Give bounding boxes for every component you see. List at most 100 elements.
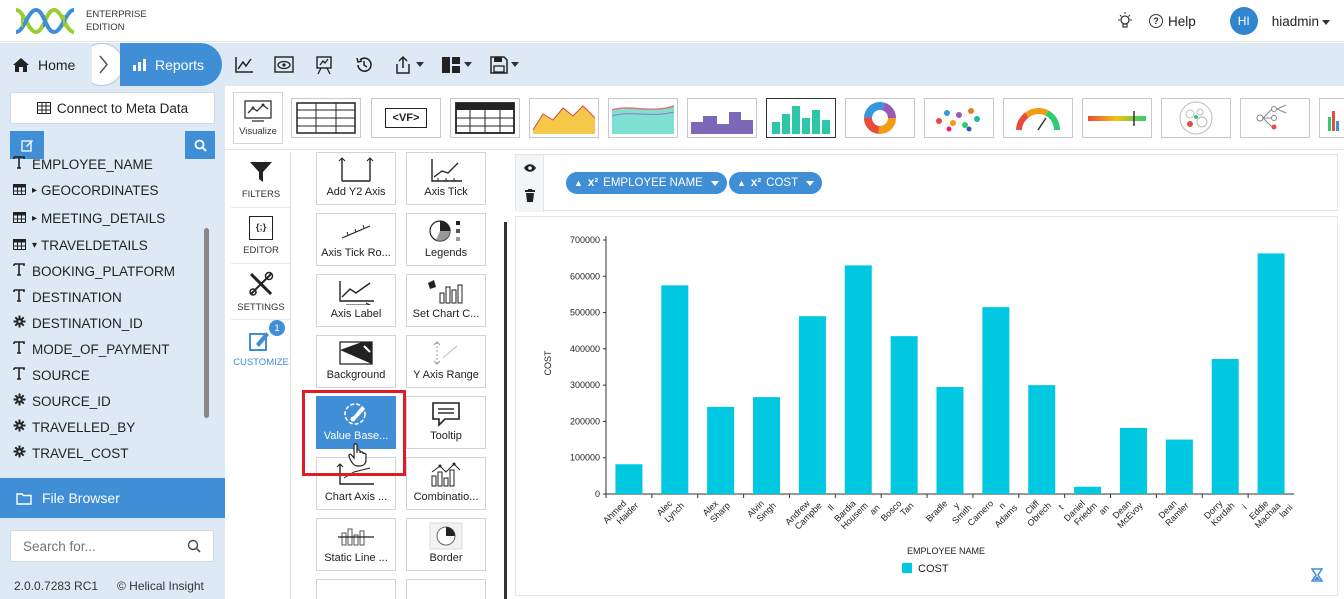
customize-tile-label: Set Chart C... [412, 308, 480, 320]
visibility-eye-icon[interactable] [523, 163, 537, 173]
field-search-button[interactable] [185, 131, 215, 159]
field-item[interactable]: ▸ MEETING_DETAILS [10, 206, 165, 230]
lightbulb-icon[interactable] [1115, 11, 1135, 31]
edit-button[interactable] [10, 131, 44, 159]
field-item[interactable]: SOURCE_ID [10, 389, 111, 413]
table-icon [36, 102, 51, 114]
field-item[interactable]: ▾ TRAVELDETAILS [10, 233, 148, 257]
help-label: Help [1167, 13, 1196, 29]
bar[interactable] [1074, 486, 1102, 494]
viz-area-teal[interactable] [608, 98, 678, 138]
customize-tab[interactable]: 1 CUSTOMIZE [231, 320, 291, 376]
bar[interactable] [1119, 427, 1147, 494]
history-icon[interactable] [352, 53, 376, 77]
customize-tile[interactable]: Add Y2 Axis [316, 152, 396, 205]
bar[interactable] [844, 265, 872, 494]
visualize-button[interactable]: Visualize [233, 92, 283, 144]
help-link[interactable]: ? Help [1148, 13, 1196, 29]
viz-area-yellow[interactable] [529, 98, 599, 138]
panel-divider[interactable] [504, 222, 507, 599]
field-item[interactable]: TRAVELLED_BY [10, 415, 135, 439]
customize-tile[interactable]: Axis Tick Ro... [316, 213, 396, 266]
bar[interactable] [982, 307, 1010, 494]
user-menu[interactable]: hiadmin [1272, 14, 1330, 29]
file-search-input[interactable] [11, 531, 171, 561]
customize-tile[interactable]: Set Chart C... [406, 274, 486, 327]
viz-vf[interactable]: <VF> [371, 98, 441, 138]
customize-tile[interactable]: Tooltip [406, 396, 486, 449]
customize-tile[interactable]: Axis Label [316, 274, 396, 327]
export-share-icon[interactable] [392, 53, 424, 77]
customize-tile[interactable]: Background [316, 335, 396, 388]
field-item[interactable]: EMPLOYEE_NAME [10, 156, 153, 176]
file-browser-button[interactable]: File Browser [0, 478, 225, 518]
bar[interactable] [707, 406, 735, 494]
viz-step-purple[interactable] [687, 98, 757, 138]
layout-icon[interactable] [440, 53, 472, 77]
customize-tile[interactable]: Legends [406, 213, 486, 266]
bar[interactable] [1165, 439, 1193, 494]
viz-tree[interactable] [1240, 98, 1310, 138]
customize-tile[interactable]: Static Line ... [316, 518, 396, 571]
field-item[interactable]: ▸ GEOCORDINATES [10, 178, 159, 202]
bar[interactable] [1028, 385, 1056, 494]
bar[interactable] [1257, 253, 1285, 494]
customize-tile[interactable]: Combinatio... [406, 457, 486, 510]
save-icon[interactable] [488, 53, 520, 77]
field-item[interactable]: TRAVEL_COST [10, 441, 129, 465]
bar[interactable] [1211, 359, 1239, 494]
viz-table[interactable] [291, 98, 361, 138]
bar[interactable] [615, 464, 643, 494]
legend-swatch[interactable] [902, 563, 912, 573]
viz-more[interactable] [1319, 98, 1344, 138]
customize-tile[interactable]: Y Axis Range [406, 335, 486, 388]
step-chart-icon [691, 112, 753, 134]
customize-tile[interactable] [316, 579, 396, 599]
chevron-right-icon[interactable]: ▸ [32, 185, 37, 196]
breadcrumb-reports[interactable]: Reports [120, 43, 222, 86]
search-icon[interactable] [187, 539, 201, 553]
bar-chart[interactable]: 0 100000 200000 300000 400000 500000 600000 700… [516, 217, 1337, 595]
x-tick-label: DeanRamler [1156, 498, 1190, 528]
bar[interactable] [798, 316, 826, 494]
bar[interactable] [661, 285, 689, 494]
gauge-chart-icon [1016, 108, 1061, 131]
trash-icon[interactable] [524, 189, 536, 202]
chevron-down-icon[interactable]: ▾ [32, 240, 37, 251]
field-item[interactable]: SOURCE [10, 363, 90, 387]
field-label: SOURCE [32, 367, 90, 383]
customize-tile[interactable] [406, 579, 486, 599]
viz-donut[interactable] [845, 98, 915, 138]
field-item[interactable]: MODE_OF_PAYMENT [10, 337, 170, 361]
field-item[interactable]: DESTINATION_ID [10, 311, 143, 335]
filters-tab[interactable]: FILTERS [231, 152, 291, 208]
employee-name-pill[interactable]: ▲ x² EMPLOYEE NAME [566, 172, 727, 194]
bar[interactable] [753, 397, 781, 494]
field-item[interactable]: DESTINATION [10, 285, 122, 309]
settings-tab[interactable]: SETTINGS [231, 264, 291, 320]
home-icon [13, 57, 29, 72]
legend-label[interactable]: COST [918, 563, 949, 575]
helical-logo[interactable] [14, 6, 76, 36]
field-item[interactable]: BOOKING_PLATFORM [10, 259, 175, 283]
customize-tile[interactable]: Axis Tick [406, 152, 486, 205]
connect-metadata-button[interactable]: Connect to Meta Data [10, 92, 215, 124]
edition-line-1: ENTERPRISE [86, 9, 147, 20]
viz-pivot[interactable] [450, 98, 520, 138]
editor-tab[interactable]: {;} EDITOR [231, 208, 291, 264]
viz-scatter[interactable] [924, 98, 994, 138]
line-chart-icon[interactable] [232, 53, 256, 77]
viz-bubble-pack[interactable] [1161, 98, 1231, 138]
avatar[interactable]: HI [1229, 7, 1258, 35]
bar[interactable] [890, 336, 918, 494]
viz-gauge[interactable] [1003, 98, 1073, 138]
customize-tile[interactable]: Border [406, 518, 486, 571]
presentation-icon[interactable] [312, 53, 336, 77]
viz-bar-teal[interactable] [766, 98, 836, 138]
viz-bullet[interactable] [1082, 98, 1152, 138]
bar[interactable] [936, 386, 964, 494]
preview-eye-icon[interactable] [272, 53, 296, 77]
chevron-right-icon[interactable]: ▸ [32, 213, 37, 224]
sidebar-scrollbar[interactable] [204, 228, 209, 418]
cost-pill[interactable]: ▲ x² COST [729, 172, 823, 194]
